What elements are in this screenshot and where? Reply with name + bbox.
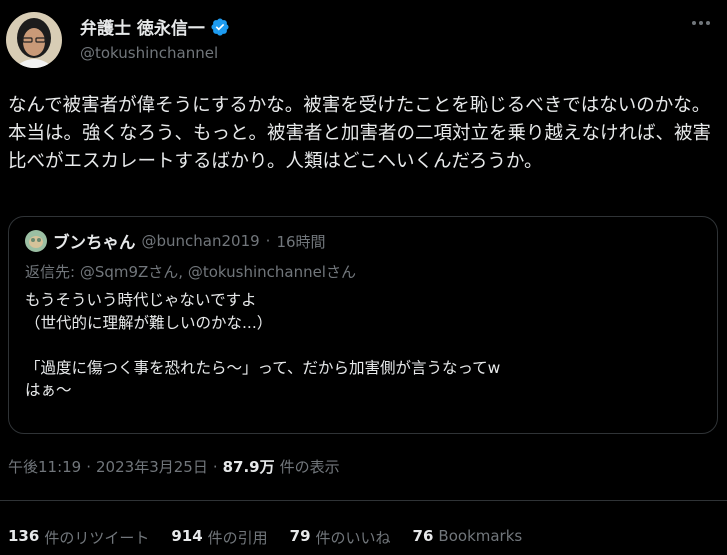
tweet-time[interactable]: 午後11:19: [8, 456, 81, 477]
bookmarks-stat[interactable]: 76 Bookmarks: [413, 527, 523, 548]
quotes-count: 914: [171, 527, 203, 545]
tweet-text: なんで被害者が偉そうにするかな。被害を受けたことを恥じるべきではないのかな。本当…: [8, 95, 712, 172]
bookmarks-count: 76: [412, 527, 434, 545]
views-label: 件の表示: [279, 458, 340, 476]
likes-stat[interactable]: 79 件のいいね: [290, 527, 391, 548]
tweet-date[interactable]: 2023年3月25日: [96, 456, 208, 477]
author-handle[interactable]: @tokushinchannel: [80, 44, 218, 62]
retweets-stat[interactable]: 136 件のリツイート: [8, 527, 149, 548]
meta-dot: ·: [86, 457, 92, 476]
divider: [0, 500, 727, 501]
meta-dot: ·: [212, 457, 218, 476]
quotes-stat[interactable]: 914 件の引用: [171, 527, 267, 548]
retweets-label: 件のリツイート: [44, 529, 150, 547]
bookmarks-label: Bookmarks: [438, 527, 523, 545]
more-options-icon[interactable]: [689, 18, 713, 28]
quoted-display-name: ブンちゃん: [53, 233, 136, 252]
retweets-count: 136: [8, 527, 40, 545]
quoted-separator: ·: [265, 232, 271, 250]
views-count: 87.9万: [222, 458, 275, 476]
author-name-row: 弁護士 徳永信一: [80, 14, 230, 39]
quoted-handle: @bunchan2019: [141, 232, 260, 250]
quoted-reply-to: 返信先: @Sqm9Zさん, @tokushinchannelさん: [25, 263, 356, 281]
quoted-time: 16時間: [276, 232, 326, 251]
quoted-text: もうそういう時代じゃないですよ （世代的に理解が難しいのかな...） 「過度に傷…: [25, 291, 501, 399]
quoted-tweet[interactable]: ブンちゃん @bunchan2019 · 16時間 返信先: @Sqm9Zさん,…: [8, 216, 718, 434]
likes-label: 件のいいね: [315, 529, 391, 547]
engagement-stats: 136 件のリツイート 914 件の引用 79 件のいいね 76 Bookmar…: [8, 527, 522, 548]
quoted-header: ブンちゃん @bunchan2019 · 16時間: [25, 229, 326, 253]
author-avatar[interactable]: [6, 12, 62, 68]
quoted-avatar: [25, 230, 47, 252]
likes-count: 79: [289, 527, 311, 545]
verified-badge-icon: [211, 17, 229, 36]
author-display-name[interactable]: 弁護士 徳永信一: [80, 14, 205, 39]
quotes-label: 件の引用: [207, 529, 268, 547]
tweet-meta: 午後11:19 · 2023年3月25日 · 87.9万 件の表示: [8, 456, 340, 477]
